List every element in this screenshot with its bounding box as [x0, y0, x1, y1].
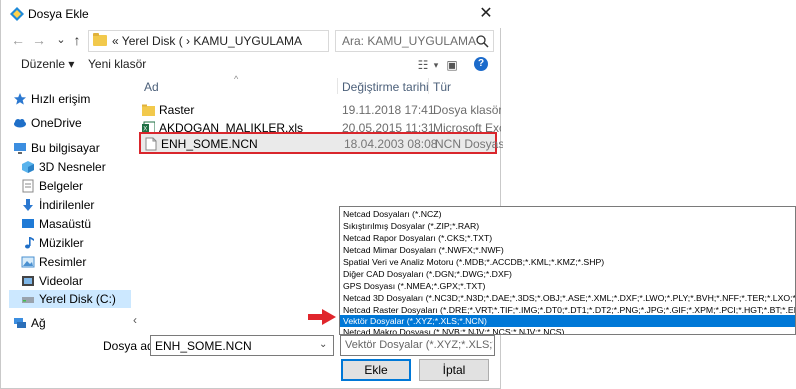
picture-icon	[21, 256, 35, 268]
up-arrow-icon[interactable]: ↑	[68, 31, 86, 49]
new-folder-button[interactable]: Yeni klasör	[88, 57, 146, 71]
view-dropdown-icon[interactable]: ▾	[428, 57, 444, 73]
sidebar-item-quick-access[interactable]: Hızlı erişim	[11, 90, 131, 108]
sidebar-item-music[interactable]: Müzikler	[11, 234, 131, 252]
app-icon	[10, 7, 24, 21]
folder-icon	[93, 33, 107, 46]
navigation-bar: ← → ⌄ ↑ « Yerel Disk ( › KAMU_UYGULAMA ⌄…	[1, 28, 502, 54]
music-icon	[25, 237, 34, 249]
back-arrow-icon[interactable]: ←	[9, 31, 27, 49]
search-icon[interactable]	[474, 33, 490, 49]
filetype-option[interactable]: Diğer CAD Dosyaları (*.DGN;*.DWG;*.DXF)	[340, 268, 795, 280]
column-header-date[interactable]: Değiştirme tarihi	[342, 80, 429, 94]
sidebar-item-onedrive[interactable]: OneDrive	[11, 114, 131, 132]
file-row-enh-some[interactable]: ENH_SOME.NCN 18.04.2003 08:08 NCN Dosyas…	[139, 132, 503, 154]
video-icon	[22, 276, 34, 286]
sidebar-item-local-disk[interactable]: Yerel Disk (C:)	[9, 290, 131, 308]
computer-icon	[14, 143, 26, 154]
search-placeholder: Ara: KAMU_UYGULAMA	[342, 34, 477, 48]
filetype-dropdown-list[interactable]: Netcad Dosyaları (*.NCZ) Sıkıştırılmış D…	[339, 206, 796, 335]
folder-icon	[142, 104, 155, 116]
column-separator[interactable]	[337, 78, 338, 94]
search-input[interactable]: Ara: KAMU_UYGULAMA	[335, 30, 494, 52]
column-separator[interactable]	[428, 78, 429, 94]
filetype-select[interactable]: Vektör Dosyalar (*.XYZ;*.XLS;*.NCN)	[340, 335, 495, 356]
drive-icon	[22, 297, 34, 303]
sidebar-item-videos[interactable]: Videolar	[11, 272, 131, 290]
address-path: « Yerel Disk ( › KAMU_UYGULAMA	[112, 34, 303, 48]
file-icon	[145, 137, 157, 151]
document-icon	[22, 179, 34, 193]
close-button[interactable]: ✕	[473, 2, 499, 26]
preview-pane-icon[interactable]: ▣	[444, 57, 460, 73]
filetype-option[interactable]: Netcad Dosyaları (*.NCZ)	[340, 208, 795, 220]
cancel-button[interactable]: İptal	[419, 359, 489, 381]
command-toolbar: Düzenle ▾ Yeni klasör ☷ ▾ ▣	[1, 54, 502, 76]
file-row-raster[interactable]: Raster 19.11.2018 17:41 Dosya klasörü	[139, 100, 501, 120]
column-header-name[interactable]: Ad	[144, 80, 159, 94]
chevron-down-icon[interactable]: ⌄	[319, 339, 327, 350]
sidebar-item-documents[interactable]: Belgeler	[11, 177, 131, 195]
star-icon	[14, 93, 26, 105]
sidebar-item-this-pc[interactable]: Bu bilgisayar	[11, 139, 131, 157]
filename-input[interactable]: ENH_SOME.NCN ⌄	[150, 335, 334, 356]
forward-arrow-icon[interactable]: →	[30, 31, 48, 49]
title-bar: Dosya Ekle ✕	[1, 0, 502, 28]
filetype-option[interactable]: Netcad Makro Dosyası (*.NVB;*.NJV;*.NCS;…	[340, 326, 795, 334]
filetype-option[interactable]: Netcad Rapor Dosyaları (*.CKS;*.TXT)	[340, 232, 795, 244]
open-button[interactable]: Ekle	[341, 359, 411, 381]
desktop-icon	[22, 219, 34, 228]
filetype-option[interactable]: Sıkıştırılmış Dosyalar (*.ZIP;*.RAR)	[340, 220, 795, 232]
sidebar-item-desktop[interactable]: Masaüstü	[11, 215, 131, 233]
sidebar-item-network[interactable]: Ağ	[11, 314, 131, 332]
sort-ascending-icon: ^	[234, 74, 239, 84]
red-arrow-icon	[308, 309, 336, 325]
column-header-type[interactable]: Tür	[433, 80, 451, 94]
download-icon	[23, 199, 33, 211]
filetype-option[interactable]: GPS Dosyası (*.NMEA;*.GPX;*.TXT)	[340, 280, 795, 292]
window-title: Dosya Ekle	[28, 7, 89, 21]
cube-icon	[22, 161, 34, 173]
address-bar[interactable]: « Yerel Disk ( › KAMU_UYGULAMA ⌄ ↻	[88, 30, 408, 52]
sidebar-item-3d-objects[interactable]: 3D Nesneler	[11, 158, 131, 176]
help-icon[interactable]: ?	[474, 57, 488, 71]
filetype-option[interactable]: Spatial Veri ve Analiz Motoru (*.MDB;*.A…	[340, 256, 795, 268]
sidebar-item-pictures[interactable]: Resimler	[11, 253, 131, 271]
filetype-option[interactable]: Netcad 3D Dosyaları (*.NC3D;*.N3D;*.DAE;…	[340, 292, 795, 304]
filetype-option[interactable]: Netcad Mimar Dosyaları (*.NWFX;*.NWF)	[340, 244, 795, 256]
network-icon	[14, 318, 26, 328]
navigation-pane: Hızlı erişim OneDrive Bu bilgisayar 3D N…	[1, 78, 131, 330]
scroll-left-icon[interactable]: ‹	[133, 313, 137, 327]
cloud-icon	[14, 119, 26, 128]
organize-button[interactable]: Düzenle ▾	[21, 57, 74, 71]
sidebar-item-downloads[interactable]: İndirilenler	[11, 196, 131, 214]
